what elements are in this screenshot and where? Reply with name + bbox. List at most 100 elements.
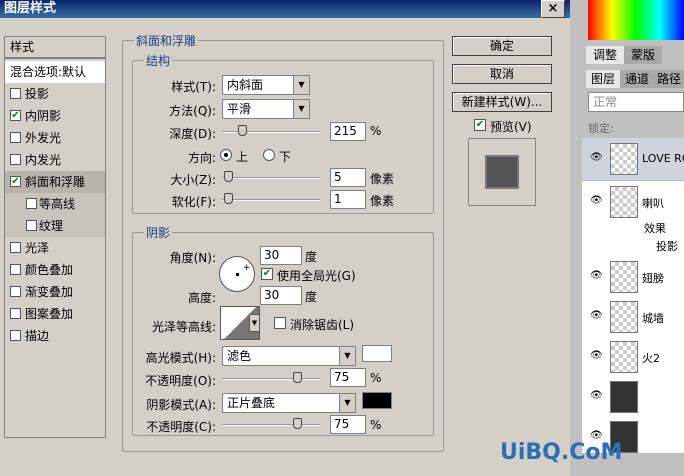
gloss-contour-label: 光泽等高线:: [151, 320, 216, 334]
tab-masks[interactable]: 蒙版: [624, 46, 662, 64]
list-item-gradient-overlay[interactable]: 渐变叠加: [5, 281, 105, 303]
layer-row[interactable]: 👁 城墙: [582, 296, 684, 339]
size-input[interactable]: 5: [330, 168, 366, 187]
list-item-bevel[interactable]: ✔ 斜面和浮雕: [5, 171, 105, 193]
list-item-inner-shadow[interactable]: ✔ 内阴影: [5, 105, 105, 127]
checkbox[interactable]: [10, 286, 21, 297]
eye-icon[interactable]: 👁: [590, 390, 603, 401]
list-item-stroke[interactable]: 描边: [5, 325, 105, 347]
size-slider-thumb[interactable]: [224, 171, 233, 182]
style-select[interactable]: 内斜面 ▼: [222, 75, 310, 95]
drop-shadow-effect-row[interactable]: 投影: [582, 238, 684, 256]
highlight-color-swatch[interactable]: [362, 345, 392, 362]
list-item-texture[interactable]: 纹理: [5, 215, 105, 237]
soften-slider-thumb[interactable]: [224, 193, 233, 204]
eye-icon[interactable]: 👁: [590, 270, 603, 281]
shadow-color-swatch[interactable]: [362, 392, 392, 409]
depth-slider-thumb[interactable]: [237, 125, 247, 136]
style-label: 样式(T):: [171, 80, 216, 94]
layer-row[interactable]: 👁 喇叭: [582, 181, 684, 224]
list-item-pattern-overlay[interactable]: 图案叠加: [5, 303, 105, 325]
tab-paths[interactable]: 路径: [654, 70, 684, 88]
shadow-mode-label: 阴影模式(A):: [146, 398, 216, 412]
shadow-mode-select[interactable]: 正片叠底 ▼: [222, 393, 356, 413]
styles-header[interactable]: 样式: [4, 36, 106, 58]
depth-label: 深度(D):: [169, 127, 216, 141]
layer-row[interactable]: 👁 翅膀: [582, 256, 684, 299]
size-slider[interactable]: [222, 177, 320, 179]
angle-input[interactable]: 30: [260, 246, 302, 265]
global-light-checkbox[interactable]: ✔: [261, 268, 273, 280]
layer-thumbnail: [610, 341, 638, 373]
cancel-button[interactable]: 取消: [452, 64, 552, 84]
highlight-opacity-thumb[interactable]: [293, 372, 302, 383]
highlight-opacity-slider[interactable]: [222, 378, 320, 380]
eye-icon[interactable]: 👁: [590, 152, 603, 163]
direction-up-radio[interactable]: [220, 149, 232, 161]
checkbox[interactable]: [26, 220, 37, 231]
list-item-drop-shadow[interactable]: 投影: [5, 83, 105, 105]
eye-icon[interactable]: 👁: [590, 195, 603, 206]
checkbox[interactable]: ✔: [10, 176, 21, 187]
tab-layers[interactable]: 图层: [586, 70, 620, 88]
angle-unit: 度: [305, 250, 318, 264]
checkbox[interactable]: [10, 88, 21, 99]
highlight-mode-label: 高光模式(H):: [145, 351, 216, 365]
list-item-satin[interactable]: 光泽: [5, 237, 105, 259]
direction-down-radio[interactable]: [263, 149, 275, 161]
checkbox[interactable]: [10, 154, 21, 165]
blend-options-item[interactable]: 混合选项:默认: [5, 61, 105, 83]
new-style-button[interactable]: 新建样式(W)...: [452, 92, 552, 112]
list-item-inner-glow[interactable]: 内发光: [5, 149, 105, 171]
checkbox[interactable]: [10, 132, 21, 143]
effects-row[interactable]: 效果: [582, 220, 684, 238]
preview-checkbox[interactable]: ✔: [474, 119, 486, 131]
antialias-label: 消除锯齿(L): [290, 318, 355, 332]
angle-dial[interactable]: +: [219, 256, 255, 292]
altitude-label: 高度:: [187, 291, 216, 305]
close-button[interactable]: ×: [541, 0, 565, 18]
checkbox[interactable]: ✔: [10, 110, 21, 121]
checkbox[interactable]: [26, 198, 37, 209]
blend-mode-select[interactable]: 正常: [588, 92, 684, 112]
technique-select[interactable]: 平滑 ▼: [222, 99, 310, 119]
soften-input[interactable]: 1: [330, 190, 366, 209]
shadow-opacity-slider[interactable]: [222, 424, 320, 426]
shadow-opacity-label: 不透明度(C):: [146, 420, 216, 434]
checkbox[interactable]: [10, 242, 21, 253]
checkbox[interactable]: [10, 330, 21, 341]
soften-label: 软化(F):: [171, 195, 216, 209]
list-item-contour[interactable]: 等高线: [5, 193, 105, 215]
soften-unit: 像素: [370, 194, 395, 208]
shadow-opacity-input[interactable]: 75: [330, 415, 366, 434]
angle-label: 角度(N):: [169, 251, 216, 265]
altitude-input[interactable]: 30: [260, 286, 302, 305]
color-ramp[interactable]: [588, 0, 684, 40]
layer-thumbnail: [610, 381, 638, 413]
checkbox[interactable]: [10, 264, 21, 275]
eye-icon[interactable]: 👁: [590, 310, 603, 321]
antialias-checkbox[interactable]: [274, 317, 286, 329]
layer-row[interactable]: 👁LOVE RO: [582, 138, 684, 181]
structure-title: 结构: [144, 52, 173, 69]
layer-thumbnail: [610, 261, 638, 293]
layer-row[interactable]: 👁 火2: [582, 336, 684, 379]
preview-box: [468, 138, 536, 206]
shadow-opacity-thumb[interactable]: [293, 418, 302, 429]
highlight-mode-select[interactable]: 滤色 ▼: [222, 346, 356, 366]
eye-icon[interactable]: 👁: [590, 350, 603, 361]
list-item-color-overlay[interactable]: 颜色叠加: [5, 259, 105, 281]
chevron-down-icon[interactable]: ▼: [249, 314, 260, 332]
tab-adjustments[interactable]: 调整: [586, 46, 624, 64]
depth-slider[interactable]: [222, 131, 320, 133]
ok-button[interactable]: 确定: [452, 36, 552, 56]
highlight-opacity-input[interactable]: 75: [330, 368, 366, 387]
layer-row[interactable]: 👁: [582, 376, 684, 419]
global-light-label: 使用全局光(G): [277, 269, 356, 283]
checkbox[interactable]: [10, 308, 21, 319]
layer-thumbnail: [610, 143, 638, 175]
soften-slider[interactable]: [222, 199, 320, 201]
list-item-outer-glow[interactable]: 外发光: [5, 127, 105, 149]
tab-channels[interactable]: 通道: [620, 70, 654, 88]
depth-input[interactable]: 215: [330, 122, 366, 141]
